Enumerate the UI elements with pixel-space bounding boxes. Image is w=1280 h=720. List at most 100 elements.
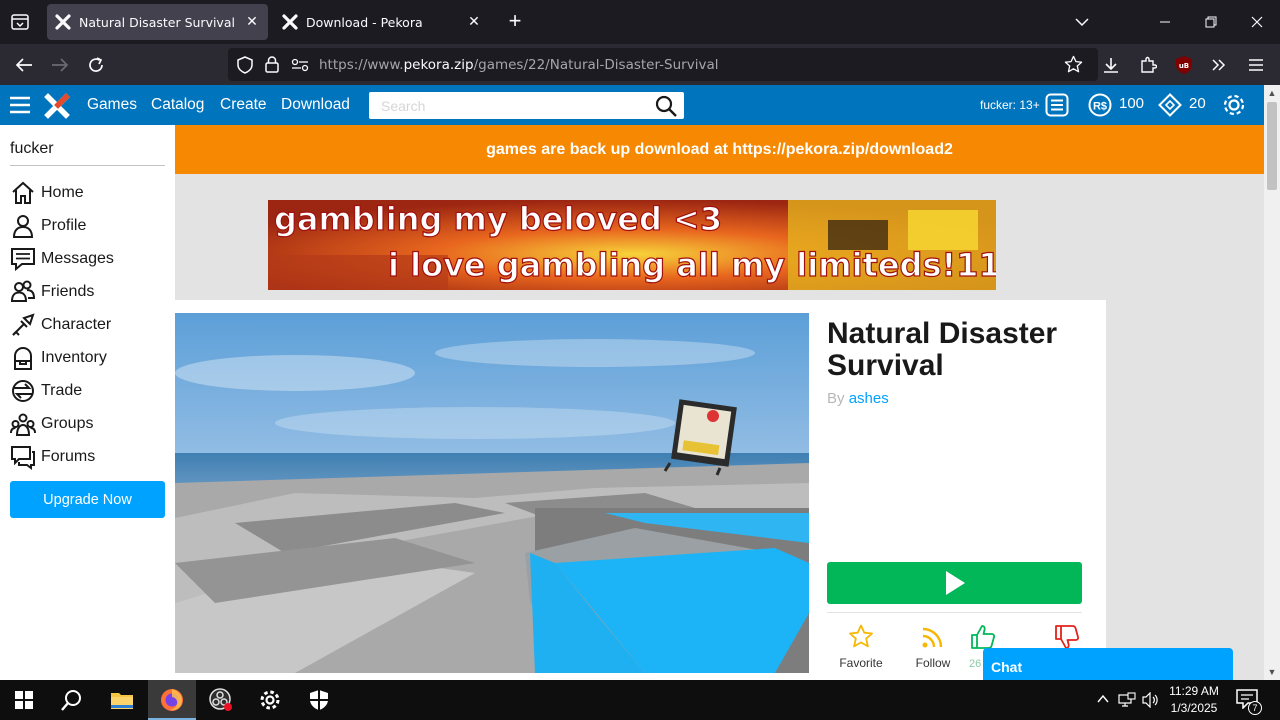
reload-button[interactable] xyxy=(83,52,109,78)
restore-icon xyxy=(1205,16,1217,28)
hamburger-menu-icon[interactable] xyxy=(10,96,30,114)
new-tab-button[interactable]: + xyxy=(504,10,526,32)
pekora-logo-icon[interactable] xyxy=(44,93,70,119)
clock-date: 1/3/2025 xyxy=(1170,701,1218,715)
search-icon xyxy=(61,690,81,711)
chat-bar[interactable]: Chat xyxy=(983,648,1233,680)
site-search-input[interactable] xyxy=(369,92,649,119)
scroll-thumb[interactable] xyxy=(1267,102,1277,190)
scroll-down-arrow[interactable]: ▼ xyxy=(1267,667,1277,677)
hamburger-menu-icon xyxy=(1249,59,1263,71)
search-icon[interactable] xyxy=(654,94,678,118)
sidebar-item-inventory[interactable]: Inventory xyxy=(10,344,165,372)
sidebar-item-character[interactable]: Character xyxy=(10,311,165,339)
play-button[interactable] xyxy=(827,562,1082,604)
firefox-taskbar-button[interactable] xyxy=(148,680,196,720)
shield-icon[interactable] xyxy=(237,56,253,74)
bookmark-star-icon[interactable] xyxy=(1064,55,1083,74)
nav-catalog-link[interactable]: Catalog xyxy=(151,96,204,114)
inventory-icon xyxy=(14,347,32,370)
robux-icon[interactable]: R$ xyxy=(1088,93,1112,117)
more-tools-button[interactable] xyxy=(1206,52,1232,78)
sidebar-item-profile[interactable]: Profile xyxy=(10,212,165,240)
site-search-box xyxy=(369,92,684,119)
settings-gear-icon[interactable] xyxy=(1221,92,1247,118)
sidebar-item-messages[interactable]: Messages xyxy=(10,245,165,273)
banner-text-line-1: gambling my beloved <3 xyxy=(274,200,722,238)
minimize-button[interactable] xyxy=(1142,0,1188,44)
defender-shield-icon xyxy=(310,690,328,710)
security-taskbar-button[interactable] xyxy=(295,680,343,720)
obs-taskbar-button[interactable] xyxy=(197,680,245,720)
sidebar-item-label: Profile xyxy=(41,217,87,234)
notification-count: 7 xyxy=(1248,701,1262,715)
url-domain: pekora.zip xyxy=(403,57,474,73)
banner-ad-image: gambling my beloved <3 i love gambling a… xyxy=(268,200,996,290)
file-explorer-button[interactable] xyxy=(98,680,146,720)
robux-balance[interactable]: 100 xyxy=(1119,95,1144,112)
nav-create-link[interactable]: Create xyxy=(220,96,267,114)
firefox-icon xyxy=(161,689,183,711)
sidebar-item-trade[interactable]: Trade xyxy=(10,377,165,405)
close-tab-icon[interactable]: ✕ xyxy=(466,14,482,30)
app-menu-button[interactable] xyxy=(1243,52,1269,78)
settings-taskbar-button[interactable] xyxy=(246,680,294,720)
browser-tab-strip: Natural Disaster Survival - Proje ✕ Down… xyxy=(0,0,1280,44)
play-icon xyxy=(945,571,965,595)
page-scrollbar[interactable]: ▲ ▼ xyxy=(1264,85,1280,680)
pekora-x-icon xyxy=(282,14,298,30)
sidebar-item-forums[interactable]: Forums xyxy=(10,443,165,471)
sidebar-item-label: Home xyxy=(41,184,84,201)
user-age-label[interactable]: fucker: 13+ xyxy=(980,98,1040,112)
close-tab-icon[interactable]: ✕ xyxy=(244,14,260,30)
sidebar-item-label: Inventory xyxy=(41,349,107,366)
gear-icon xyxy=(260,690,280,710)
thumbs-up-icon xyxy=(971,625,996,649)
url-path: /games/22/Natural-Disaster-Survival xyxy=(473,57,719,73)
address-bar[interactable]: https://www.pekora.zip/games/22/Natural-… xyxy=(228,48,1098,81)
game-details-card: Natural Disaster Survival By ashes Favor… xyxy=(175,300,1106,680)
messages-list-icon[interactable] xyxy=(1045,93,1069,117)
tab-natural-disaster[interactable]: Natural Disaster Survival - Proje ✕ xyxy=(47,4,268,40)
tickets-balance[interactable]: 20 xyxy=(1189,95,1206,112)
list-all-tabs-button[interactable] xyxy=(1059,0,1105,44)
start-button[interactable] xyxy=(0,680,48,720)
sidebar-item-label: Groups xyxy=(41,415,94,432)
sidebar-item-home[interactable]: Home xyxy=(10,179,165,207)
nav-games-link[interactable]: Games xyxy=(87,96,137,114)
rss-follow-icon xyxy=(922,627,943,648)
taskbar-clock[interactable]: 11:29 AM 1/3/2025 xyxy=(1162,683,1226,717)
tab-list-button[interactable] xyxy=(8,11,32,33)
banner-ad[interactable]: gambling my beloved <3 i love gambling a… xyxy=(268,200,996,290)
sidebar-username[interactable]: fucker xyxy=(10,140,54,158)
clock-time: 11:29 AM xyxy=(1169,684,1219,698)
volume-icon[interactable] xyxy=(1142,692,1160,708)
thumbs-down-icon[interactable] xyxy=(1054,624,1080,650)
forward-button[interactable] xyxy=(47,52,73,78)
ublock-badge-text: uB xyxy=(1179,62,1189,70)
tickets-icon[interactable] xyxy=(1158,93,1182,117)
extensions-button[interactable] xyxy=(1135,52,1161,78)
lock-icon[interactable] xyxy=(265,56,279,73)
favorite-button[interactable]: Favorite xyxy=(831,624,891,670)
scroll-up-arrow[interactable]: ▲ xyxy=(1267,88,1277,98)
nav-download-link[interactable]: Download xyxy=(281,96,350,114)
alert-banner[interactable]: games are back up download at https://pe… xyxy=(175,125,1264,174)
close-window-button[interactable] xyxy=(1234,0,1280,44)
notifications-button[interactable]: 7 xyxy=(1236,689,1262,715)
network-icon[interactable] xyxy=(1118,692,1136,708)
taskbar-search-button[interactable] xyxy=(48,680,96,720)
permissions-icon[interactable] xyxy=(291,58,309,72)
back-button[interactable] xyxy=(11,52,37,78)
back-arrow-icon xyxy=(15,58,32,72)
creator-link[interactable]: ashes xyxy=(849,390,889,407)
downloads-button[interactable] xyxy=(1098,52,1124,78)
upgrade-now-button[interactable]: Upgrade Now xyxy=(10,481,165,518)
restore-button[interactable] xyxy=(1188,0,1234,44)
sidebar-item-groups[interactable]: Groups xyxy=(10,410,165,438)
tray-chevron-up-icon[interactable] xyxy=(1097,694,1109,704)
sidebar-item-friends[interactable]: Friends xyxy=(10,278,165,306)
tab-download[interactable]: Download - Pekora ✕ xyxy=(274,4,490,40)
game-thumbnail[interactable] xyxy=(175,313,809,673)
ublock-extension-button[interactable]: uB xyxy=(1171,52,1197,78)
